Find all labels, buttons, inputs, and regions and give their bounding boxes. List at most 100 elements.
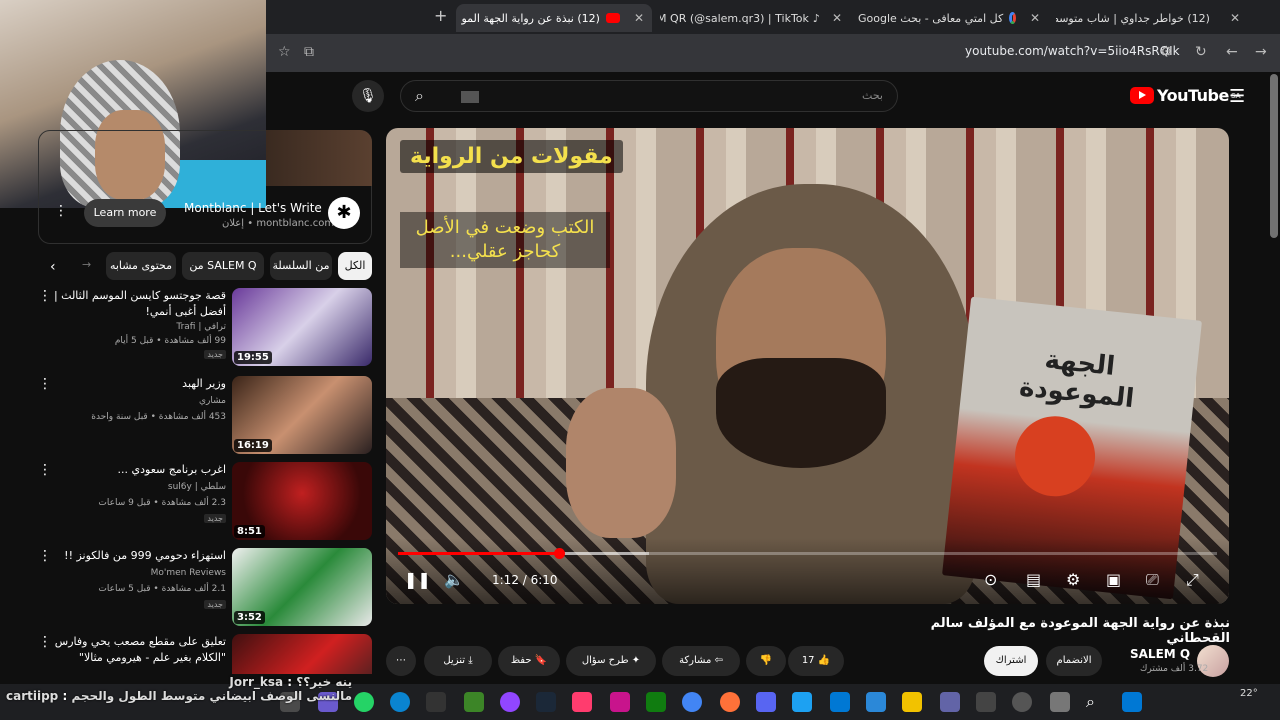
autoplay-toggle-icon[interactable]: ⊙ — [984, 570, 997, 589]
outlook-icon[interactable] — [830, 692, 850, 712]
discord-icon[interactable] — [756, 692, 776, 712]
twitch-icon[interactable] — [500, 692, 520, 712]
search-icon[interactable]: ⌕ — [1086, 692, 1106, 712]
download-button[interactable]: تنزيل ⤓ — [424, 646, 492, 676]
chip-from-series[interactable]: من السلسلة — [270, 252, 332, 280]
capcut-icon[interactable] — [426, 692, 446, 712]
video-thumbnail[interactable]: 19:55 — [232, 288, 372, 366]
close-icon[interactable]: ✕ — [1230, 11, 1240, 25]
video-player[interactable]: الجهة الموعودة مقولات من الرواية الكتب و… — [386, 128, 1229, 604]
video-overlay-heading: مقولات من الرواية — [400, 140, 623, 173]
url-field[interactable]: youtube.com/watch?v=5iio4RsRQIk — [965, 44, 1180, 58]
chip-all[interactable]: الكل — [338, 252, 372, 280]
back-icon[interactable]: ← — [1226, 44, 1238, 60]
captions-icon[interactable]: ▤ — [1026, 570, 1041, 589]
more-actions-button[interactable]: ⋯ — [386, 646, 416, 676]
chevron-left-icon[interactable]: ‹ — [50, 259, 56, 275]
video-title[interactable]: قصة جوجتسو كايسن الموسم الثالث | أفضل أغ… — [46, 288, 226, 320]
youtube-logo[interactable]: YouTube SA — [1130, 86, 1241, 105]
video-thumbnail[interactable]: 8:51 — [232, 462, 372, 540]
chrome-icon[interactable] — [682, 692, 702, 712]
close-icon[interactable]: ✕ — [634, 11, 644, 25]
ask-button[interactable]: طرح سؤال ✦ — [566, 646, 656, 676]
edge-icon[interactable] — [390, 692, 410, 712]
volume-icon[interactable]: 🔈 — [444, 570, 464, 589]
channel-name[interactable]: Mo'men Reviews — [151, 568, 226, 578]
list-item[interactable]: 16:19 وزير الهبد مشاري 453 ألف مشاهدة • … — [38, 376, 372, 456]
more-options-icon[interactable]: ⋮ — [38, 288, 52, 304]
channel-name[interactable]: سلطي | sul6y — [168, 482, 226, 492]
star-icon[interactable]: ☆ — [278, 44, 291, 60]
settings-icon[interactable]: ⚙ — [1066, 570, 1080, 589]
ad-thumbnail[interactable] — [266, 130, 372, 186]
video-title[interactable]: وزير الهبد — [46, 376, 226, 392]
video-title[interactable]: اغرب برنامج سعودي ... — [46, 462, 226, 478]
channel-name[interactable]: SALEM Q — [1130, 647, 1190, 661]
share-page-icon[interactable]: ⧉ — [304, 44, 314, 60]
pause-icon[interactable]: ❚❚ — [404, 570, 431, 589]
video-title[interactable]: تعليق على مقطع مصعب يحي وفارس "الكلام بغ… — [46, 634, 226, 666]
more-options-icon[interactable]: ⋮ — [54, 203, 68, 219]
video-thumbnail[interactable]: 16:19 — [232, 376, 372, 454]
obs-icon[interactable] — [1012, 692, 1032, 712]
more-options-icon[interactable]: ⋮ — [38, 462, 52, 478]
teams-icon[interactable] — [940, 692, 960, 712]
share-button[interactable]: مشاركة ⇦ — [662, 646, 740, 676]
search-icon[interactable]: ⌕ — [415, 86, 424, 106]
close-icon[interactable]: ✕ — [1030, 11, 1040, 25]
more-options-icon[interactable]: ⋮ — [38, 634, 52, 650]
cast-icon[interactable]: ⎚ — [1146, 570, 1159, 590]
forward-icon[interactable]: → — [1255, 44, 1267, 60]
fullscreen-icon[interactable]: ⤢ — [1186, 570, 1199, 590]
video-thumbnail[interactable] — [232, 634, 372, 674]
new-tab-button[interactable]: + — [434, 6, 447, 25]
list-item[interactable]: تعليق على مقطع مصعب يحي وفارس "الكلام بغ… — [38, 634, 372, 674]
search-input[interactable]: ⌕ بحث — [400, 80, 898, 112]
dislike-button[interactable]: 👎 — [746, 646, 786, 676]
chip-from-channel[interactable]: من SALEM Q — [182, 252, 264, 280]
list-item[interactable]: 19:55 قصة جوجتسو كايسن الموسم الثالث | أ… — [38, 288, 372, 368]
list-item[interactable]: 8:51 اغرب برنامج سعودي ... سلطي | sul6y … — [38, 462, 372, 542]
whatsapp-icon[interactable] — [354, 692, 374, 712]
xbox-icon[interactable] — [646, 692, 666, 712]
video-title[interactable]: استهزاء دحومي 999 من فالكونز !! — [46, 548, 226, 564]
scrollbar[interactable] — [1270, 74, 1278, 238]
save-button[interactable]: حفظ 🔖 — [498, 646, 560, 676]
chip-related[interactable]: محتوى مشابه — [106, 252, 176, 280]
learn-more-button[interactable]: Learn more — [84, 199, 166, 227]
more-options-icon[interactable]: ⋮ — [38, 376, 52, 392]
minecraft-icon[interactable] — [464, 692, 484, 712]
start-icon[interactable] — [1122, 692, 1142, 712]
subscribe-button[interactable]: اشتراك — [984, 646, 1038, 676]
like-button[interactable]: 17 👍 — [788, 646, 844, 676]
video-title: نبذة عن رواية الجهة الموعودة مع المؤلف س… — [930, 616, 1230, 646]
miniplayer-icon[interactable]: ▣ — [1106, 570, 1121, 589]
close-icon[interactable]: ✕ — [832, 11, 842, 25]
tab-tiktok[interactable]: ✕ ♪ SALEM QR (@salem.qr3) | TikTok — [660, 4, 850, 32]
file-explorer-icon[interactable] — [902, 692, 922, 712]
video-thumbnail[interactable]: 3:52 — [232, 548, 372, 626]
store-icon[interactable] — [866, 692, 886, 712]
tab-youtube-video[interactable]: ✕ (12) نبذة عن رواية الجهة المو — [456, 4, 652, 32]
task-view-icon[interactable] — [1050, 692, 1070, 712]
reload-icon[interactable]: ↻ — [1195, 44, 1207, 60]
tab-google[interactable]: ✕ كل امتي معافى - بحث Google — [858, 4, 1048, 32]
channel-name[interactable]: مشاري — [199, 396, 226, 406]
microphone-icon[interactable]: 🎙 — [352, 80, 384, 112]
join-button[interactable]: الانضمام — [1046, 646, 1102, 676]
app-icon[interactable] — [976, 692, 996, 712]
channel-name[interactable]: ترافي | Trafi — [176, 322, 226, 332]
menu-icon[interactable]: ☰ — [1229, 86, 1245, 107]
list-item[interactable]: 3:52 استهزاء دحومي 999 من فالكونز !! Mo'… — [38, 548, 372, 628]
site-settings-icon[interactable]: ⚙ — [1160, 44, 1173, 60]
app-icon[interactable] — [610, 692, 630, 712]
ad-title[interactable]: Montblanc | Let's Write — [184, 201, 322, 215]
tab-youtube-khawater[interactable]: ✕ (12) خواطر جداوي | شاب متوسط — [1056, 4, 1248, 32]
steam-icon[interactable] — [536, 692, 556, 712]
google-favicon-icon — [1009, 12, 1016, 24]
firefox-icon[interactable] — [720, 692, 740, 712]
app-icon[interactable] — [792, 692, 812, 712]
app-icon[interactable] — [572, 692, 592, 712]
progress-scrubber[interactable] — [553, 548, 565, 559]
more-options-icon[interactable]: ⋮ — [38, 548, 52, 564]
